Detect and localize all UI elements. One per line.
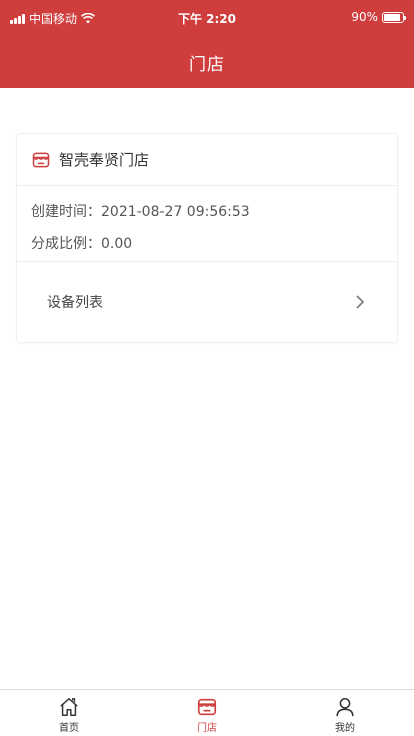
- store-card: 智壳奉贤门店 创建时间：2021-08-27 09:56:53 分成比例：0.0…: [16, 133, 398, 343]
- tab-profile[interactable]: 我的: [276, 690, 414, 736]
- tab-home-label: 首页: [59, 722, 79, 734]
- battery-icon: [382, 11, 406, 23]
- status-right: 90%: [351, 10, 406, 24]
- chevron-right-icon: [356, 295, 365, 309]
- store-icon: [197, 698, 217, 715]
- tab-store[interactable]: 门店: [138, 690, 276, 736]
- created-time-value: 2021-08-27 09:56:53: [101, 204, 250, 220]
- user-icon: [336, 697, 354, 716]
- tab-bar: 首页 门店 我的: [0, 689, 414, 736]
- page-title: 门店: [189, 54, 225, 75]
- share-ratio-value: 0.00: [101, 236, 133, 252]
- device-list-label: 设备列表: [47, 295, 103, 311]
- nav-bar: 门店: [0, 36, 414, 88]
- store-name: 智壳奉贤门店: [59, 151, 150, 169]
- share-ratio-row: 分成比例：0.00: [31, 232, 397, 256]
- store-card-header: 智壳奉贤门店: [17, 134, 397, 186]
- status-bar: 中国移动 下午 2:20 90%: [0, 0, 414, 36]
- tab-home[interactable]: 首页: [0, 690, 138, 736]
- tab-profile-label: 我的: [335, 722, 355, 734]
- app-screen: 中国移动 下午 2:20 90% 门店 智壳奉贤门店 创建时间：2021-08-…: [0, 0, 414, 736]
- tab-store-label: 门店: [197, 722, 217, 734]
- device-list-item[interactable]: 设备列表: [17, 262, 397, 342]
- created-time-row: 创建时间：2021-08-27 09:56:53: [31, 200, 397, 224]
- store-info: 创建时间：2021-08-27 09:56:53 分成比例：0.00: [17, 186, 397, 262]
- share-ratio-label: 分成比例：: [31, 236, 101, 252]
- created-time-label: 创建时间：: [31, 204, 101, 220]
- store-icon: [32, 152, 50, 167]
- battery-percent: 90%: [351, 10, 378, 24]
- home-icon: [60, 697, 78, 716]
- battery-fill: [384, 13, 401, 21]
